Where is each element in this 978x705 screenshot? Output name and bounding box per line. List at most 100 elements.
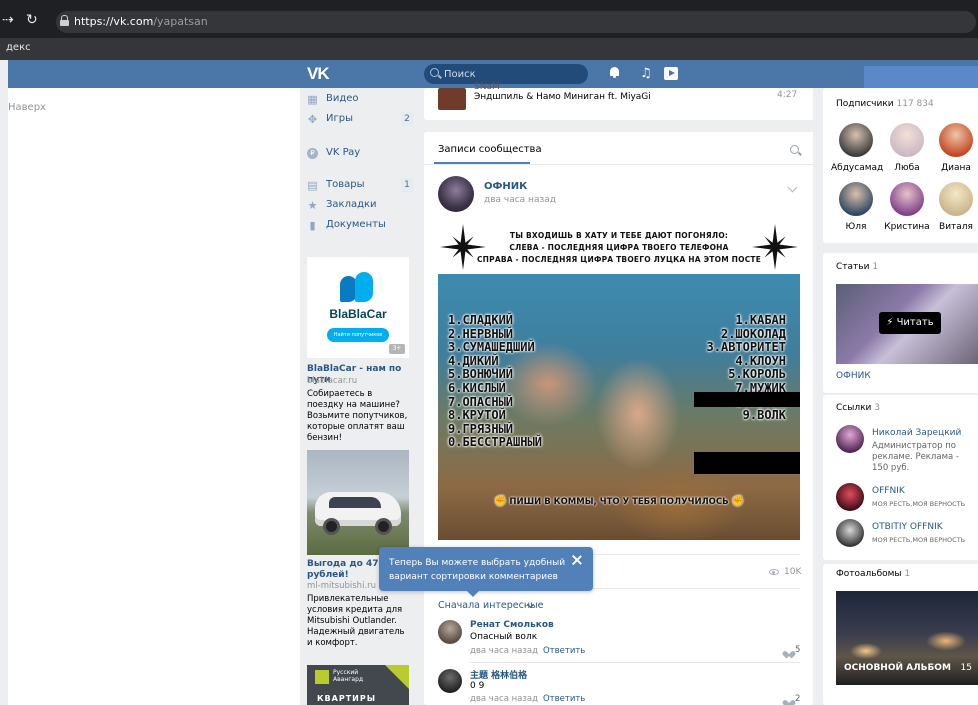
comment-time[interactable]: два часа назад [470, 646, 538, 656]
avatar [839, 182, 873, 216]
nav-label: Закладки [326, 199, 377, 210]
nav-label: Документы [326, 219, 386, 230]
post-author[interactable]: ОФНИК [484, 181, 527, 192]
browser-toolbar: ⇢ ↻ https://vk.com/yapatsan [0, 0, 978, 38]
audio-track-card[interactable]: SNaM Эндшпиль & Намо Миниган ft. MiyaGi … [424, 82, 814, 120]
articles-header[interactable]: Статьи 1 [836, 262, 878, 272]
nav-item-games[interactable]: ✥ Игры 2 [307, 112, 413, 130]
scroll-to-top-link[interactable]: Наверх [8, 102, 46, 113]
notifications-bell-icon[interactable] [609, 66, 620, 78]
car-wheel [375, 518, 392, 535]
album-title: ОСНОВНОЙ АЛЬБОМ [844, 663, 951, 673]
nav-item-documents[interactable]: ▮ Документы [307, 218, 413, 236]
vkpay-icon: ₽ [307, 148, 318, 159]
search-box[interactable] [424, 64, 588, 84]
search-input[interactable] [444, 67, 584, 81]
track-artist[interactable]: Эндшпиль & Намо Миниган ft. MiyaGi [474, 92, 651, 102]
post-image[interactable]: ТЫ ВХОДИШЬ В ХАТУ И ТЕБЕ ДАЮТ ПОГОНЯЛО: … [438, 222, 800, 540]
comment-time[interactable]: два часа назад [470, 694, 538, 704]
community-wall: Записи сообщества ОФНИК два часа назад Т… [424, 132, 814, 705]
sort-hint-tooltip: Теперь Вы можете выбрать удобный вариант… [379, 547, 593, 597]
subscriber[interactable]: Кристина [882, 182, 932, 232]
subscriber[interactable]: Диана [931, 123, 978, 173]
article-title[interactable]: ОФНИК [836, 371, 871, 381]
albums-header[interactable]: Фотоальбомы 1 [836, 569, 910, 579]
ad-avangard-image[interactable]: Русский Авангард КВАРТИРЫ [307, 665, 409, 705]
subscriber-name: Виталя [939, 222, 973, 232]
nav-item-bookmarks[interactable]: ★ Закладки [307, 198, 413, 216]
close-icon[interactable] [572, 555, 582, 565]
subscriber[interactable]: Юля [831, 182, 881, 232]
nav-item-video[interactable]: ▦ Видео [307, 92, 413, 110]
track-duration: 4:27 [777, 90, 798, 100]
reply-link[interactable]: Ответить [543, 694, 585, 704]
car-wheel [323, 518, 340, 535]
link-avatar[interactable] [836, 483, 864, 511]
reply-link[interactable]: Ответить [543, 646, 585, 656]
track-cover [438, 88, 466, 110]
ad-banner-text: КВАРТИРЫ [317, 694, 376, 703]
link-title[interactable]: Николай Зарецкий [872, 428, 961, 438]
like-count: 5 [795, 645, 801, 655]
divider [470, 662, 800, 663]
meme-line: ТЫ ВХОДИШЬ В ХАТУ И ТЕБЕ ДАЮТ ПОГОНЯЛО: [509, 231, 729, 240]
tab-community-posts[interactable]: Записи сообщества [438, 144, 542, 155]
read-article-button[interactable]: ⚡ Читать [879, 312, 941, 334]
nav-label: Видео [326, 93, 359, 104]
post-author-avatar[interactable] [438, 176, 474, 212]
commenter-avatar[interactable] [438, 669, 462, 693]
ad-description: Привлекательные условия кредита для Mits… [307, 594, 405, 648]
bookmarks-bar: декс [0, 38, 978, 60]
subscriber[interactable]: Люба [882, 123, 932, 173]
avangard-logo-icon [315, 670, 329, 684]
subscriber-name: Юля [845, 222, 867, 232]
links-header[interactable]: Ссылки 3 [836, 403, 880, 413]
commenter-name[interactable]: 主題 格林伯格 [470, 668, 527, 681]
music-note-icon[interactable]: ♫ [640, 66, 652, 81]
subscribers-header[interactable]: Подписчики 117 834 [836, 99, 934, 109]
link-title[interactable]: OTBITIY OFFNIK [872, 522, 943, 532]
ad-cta-button[interactable]: Найти попутчиков [327, 328, 389, 342]
views-count: 10K [784, 567, 802, 577]
ad-blablacar-image[interactable]: BlaBlaCar Найти попутчиков 3+ [307, 257, 409, 358]
commenter-name[interactable]: Ренат Смольков [470, 620, 554, 630]
article-cover[interactable]: ⚡ Читать [836, 284, 978, 364]
subscriber[interactable]: Абдусамад [831, 123, 883, 173]
link-title[interactable]: OFFNIK [872, 486, 905, 496]
blablacar-logo-icon [340, 272, 376, 302]
vk-logo[interactable]: VK [307, 64, 330, 84]
heart-icon[interactable] [785, 648, 793, 655]
goods-icon: ▤ [307, 179, 318, 192]
search-icon[interactable] [790, 145, 799, 154]
heart-icon[interactable] [785, 697, 793, 704]
ad-mitsubishi-image[interactable] [307, 450, 409, 555]
address-bar[interactable]: https://vk.com/yapatsan [56, 11, 976, 33]
link-avatar[interactable] [836, 425, 864, 453]
games-icon: ✥ [307, 113, 318, 126]
chevron-down-icon[interactable] [787, 182, 798, 193]
commenter-avatar[interactable] [438, 620, 462, 644]
nav-label: Игры [326, 113, 353, 124]
album-cover[interactable]: ОСНОВНОЙ АЛЬБОМ 15 [836, 591, 978, 685]
link-description: МОЯ РЕСТЬ,МОЯ ВЕРНОСТЬ [872, 536, 966, 544]
music-play-icon[interactable] [664, 67, 678, 80]
video-icon: ▦ [307, 93, 318, 106]
redaction-bar [694, 392, 800, 407]
forward-arrow-icon[interactable]: ⇢ [2, 12, 14, 28]
subscriber[interactable]: Виталя [931, 182, 978, 232]
nav-item-vkpay[interactable]: ₽ VK Pay [307, 146, 413, 164]
nav-item-goods[interactable]: ▤ Товары 1 [307, 178, 413, 196]
link-avatar[interactable] [836, 519, 864, 547]
meme-line: СПРАВА - ПОСЛЕДНЯЯ ЦИФРА ТВОЕГО ЛУЦКА НА… [476, 255, 762, 264]
user-menu[interactable] [864, 66, 978, 88]
comment-text: 0 9 [470, 681, 485, 691]
post-time[interactable]: два часа назад [484, 195, 556, 205]
articles-block: Статьи 1 ⚡ Читать ОФНИК [823, 253, 978, 393]
reload-icon[interactable]: ↻ [26, 12, 38, 28]
meme-line: СЛЕВА - ПОСЛЕДНЯЯ ЦИФРА ТВОЕГО ТЕЛЕФОНА [509, 243, 729, 252]
bookmark-yandex[interactable]: декс [6, 42, 31, 53]
like-count: 2 [795, 694, 801, 704]
meme-caption: ТЫ ВХОДИШЬ В ХАТУ И ТЕБЕ ДАЮТ ПОГОНЯЛО: … [438, 222, 800, 274]
album-photo-count: 15 [960, 663, 972, 673]
ad-description: Собираетесь в поездку на машине? Возьмит… [307, 389, 408, 443]
